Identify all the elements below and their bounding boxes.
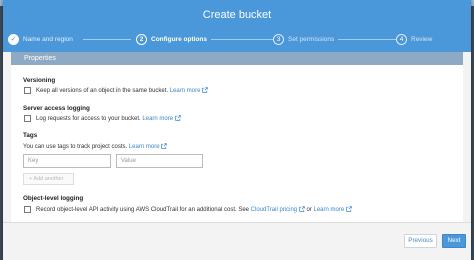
modal-footer: Previous Next xyxy=(3,223,471,260)
step-label: Configure options xyxy=(151,35,207,43)
object-logging-learn-more-link[interactable]: Learn more xyxy=(314,207,345,213)
step-separator xyxy=(211,39,273,40)
object-logging-checkbox[interactable] xyxy=(24,206,31,213)
step-number: 4 xyxy=(396,33,407,45)
external-link-icon xyxy=(299,206,305,212)
step-number: 3 xyxy=(273,33,284,45)
wizard-step-name-and-region[interactable]: ✓ Name and region xyxy=(8,31,73,47)
access-logging-checkbox[interactable] xyxy=(24,115,31,122)
external-link-icon xyxy=(175,115,181,121)
step-label: Set permissions xyxy=(288,35,335,43)
object-logging-label: Record object-level API activity using A… xyxy=(36,207,249,213)
wizard-step-set-permissions[interactable]: 3 Set permissions xyxy=(273,31,334,47)
step-label: Name and region xyxy=(23,35,73,43)
access-logging-learn-more-link[interactable]: Learn more xyxy=(142,116,173,122)
or-text: or xyxy=(306,207,312,213)
step-label: Review xyxy=(411,35,433,43)
versioning-label: Keep all versions of an object in the sa… xyxy=(36,88,169,94)
panel-scrollbar[interactable] xyxy=(465,52,469,220)
access-logging-row: Log requests for access to your bucket. … xyxy=(36,115,181,122)
tags-description-row: You can use tags to track project costs.… xyxy=(23,143,167,150)
step-separator xyxy=(83,39,131,40)
versioning-title: Versioning xyxy=(23,77,56,84)
modal-title: Create bucket xyxy=(202,9,272,21)
checkmark-icon: ✓ xyxy=(8,33,19,45)
wizard-step-configure-options[interactable]: 2 Configure options xyxy=(136,31,207,47)
external-link-icon xyxy=(161,143,167,149)
step-separator xyxy=(338,39,396,40)
tag-value-input[interactable]: Value xyxy=(116,154,203,168)
properties-header: Properties xyxy=(11,52,463,65)
access-logging-title: Server access logging xyxy=(23,105,90,112)
versioning-checkbox[interactable] xyxy=(24,87,31,94)
previous-button[interactable]: Previous xyxy=(404,234,437,248)
tags-learn-more-link[interactable]: Learn more xyxy=(129,144,160,150)
wizard-step-review[interactable]: 4 Review xyxy=(396,31,432,47)
versioning-row: Keep all versions of an object in the sa… xyxy=(36,87,208,94)
cloudtrail-pricing-link[interactable]: CloudTrail pricing xyxy=(251,207,297,213)
object-logging-row: Record object-level API activity using A… xyxy=(36,206,352,213)
object-logging-title: Object-level logging xyxy=(23,195,84,202)
options-panel[interactable]: Versioning Keep all versions of an objec… xyxy=(11,65,463,222)
tag-key-input[interactable]: Key xyxy=(23,154,111,168)
external-link-icon xyxy=(346,206,352,212)
next-button[interactable]: Next xyxy=(442,234,466,248)
add-another-tag-button[interactable]: + Add another xyxy=(23,173,74,185)
access-logging-label: Log requests for access to your bucket. xyxy=(36,116,141,122)
step-number: 2 xyxy=(136,33,147,45)
tags-description: You can use tags to track project costs. xyxy=(23,144,128,150)
external-link-icon xyxy=(202,87,208,93)
versioning-learn-more-link[interactable]: Learn more xyxy=(170,88,201,94)
create-bucket-modal: Create bucket ✓ Name and region 2 Config… xyxy=(3,0,471,260)
tags-title: Tags xyxy=(23,132,38,139)
